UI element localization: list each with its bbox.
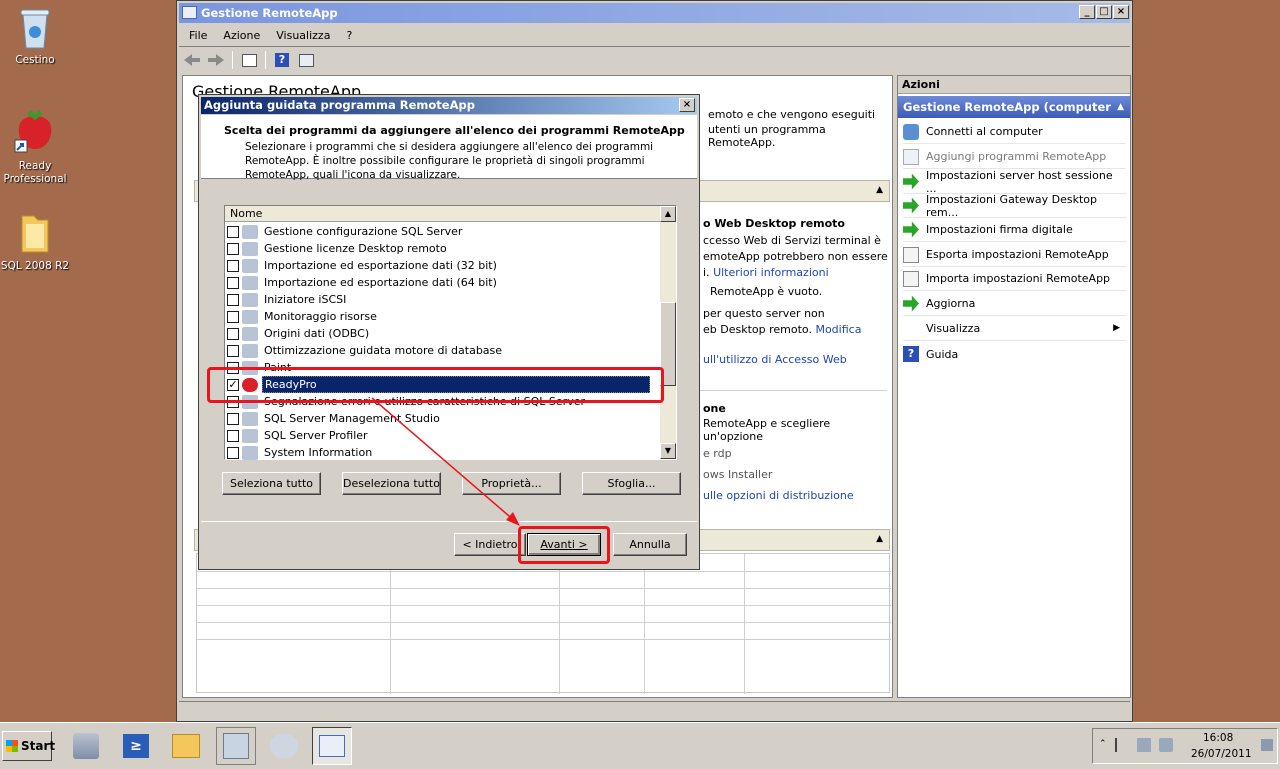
- tools-icon: [223, 733, 249, 759]
- taskbar-tools[interactable]: [216, 727, 256, 765]
- tray-expand-icon[interactable]: ⌃: [1099, 739, 1107, 749]
- annotation-arrow: [371, 397, 520, 526]
- explorer-icon: [172, 734, 200, 758]
- taskbar-remote-desktop[interactable]: [264, 727, 304, 765]
- start-button[interactable]: Start: [2, 731, 55, 761]
- powershell-icon: ≥: [123, 734, 149, 758]
- volume-muted-icon[interactable]: [1159, 738, 1173, 752]
- taskbar-powershell[interactable]: ≥: [116, 727, 156, 765]
- show-desktop-icon[interactable]: [1261, 739, 1273, 751]
- network-icon[interactable]: [1137, 738, 1151, 752]
- windows-logo-icon: [6, 740, 18, 752]
- taskbar: Start ≥ ⌃ 16:08 26/07/2011: [0, 722, 1280, 769]
- remoteapp-icon: [319, 735, 345, 757]
- clock-date[interactable]: 26/07/2011: [1191, 748, 1252, 760]
- taskbar-explorer[interactable]: [166, 727, 206, 765]
- clock-time[interactable]: 16:08: [1203, 732, 1233, 744]
- remote-desktop-icon: [270, 734, 298, 758]
- action-center-flag-icon[interactable]: [1115, 738, 1129, 752]
- server-manager-icon: [73, 733, 99, 759]
- taskbar-server-manager[interactable]: [66, 727, 106, 765]
- taskbar-remoteapp-manager[interactable]: [312, 727, 352, 765]
- system-tray: ⌃ 16:08 26/07/2011: [1092, 728, 1278, 764]
